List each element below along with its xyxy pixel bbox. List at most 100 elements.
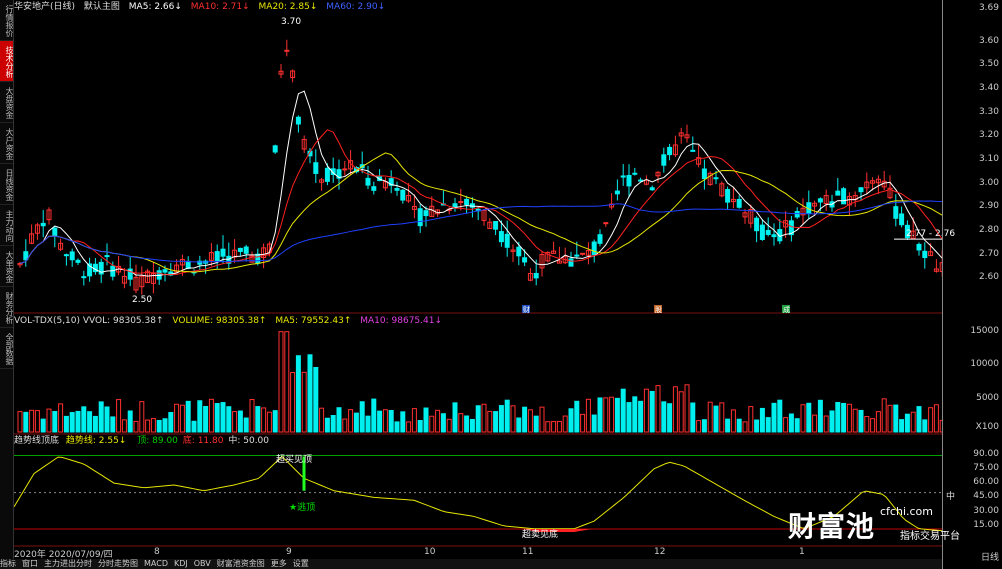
candle-body [504,233,510,248]
volume-bar [371,398,377,433]
volume-bar [481,403,487,433]
candle-body [916,243,922,251]
candle-body [423,210,429,217]
volume-bar [916,406,922,433]
period-label[interactable]: 日线 [981,550,999,563]
volume-bar [104,406,110,433]
bottom-tab[interactable]: OBV [194,559,211,568]
bottom-tab[interactable]: 主力进出分时 [44,559,92,568]
watermark-logo: 财富池 [788,510,876,543]
candle-body [498,231,504,243]
volume-bar [556,420,562,433]
volume-bar [330,415,336,433]
volume-bar [429,415,435,433]
price-tick: 3.20 [978,130,999,141]
trend-title[interactable]: 趋势线顶底 [14,436,59,446]
stock-title[interactable]: 华安地产(日线) [14,2,75,12]
volume-bar [203,405,209,433]
volume-bar [933,404,939,433]
volume-bar [75,410,81,433]
volume-bar [423,407,429,433]
candle-body [632,172,638,175]
candle-body [765,229,771,235]
volume-bar [133,420,139,433]
high-price-label: 3.70 [281,17,302,27]
event-marker-label: 财 [523,305,530,314]
volume-bar [475,405,481,433]
event-marker-label: 成 [783,305,790,314]
candle-body [237,247,243,252]
candle-body [858,187,864,193]
candle-body [893,206,899,219]
oversold-label: 超卖见底 [522,530,559,540]
candle-body [516,246,522,257]
volume-bar [678,391,684,433]
sidebar-tab[interactable]: 行情报价 [0,0,13,41]
volume-bar [446,418,452,433]
bottom-tab[interactable]: MACD [144,559,168,568]
volume-bar [145,419,151,433]
bottom-tab[interactable]: 窗口 [22,559,38,568]
volume-bar [835,401,841,433]
volume-bar [881,398,887,433]
bottom-tab[interactable]: KDJ [174,559,188,568]
volume-bar [551,421,557,433]
volume-bar [591,414,597,433]
bottom-tab[interactable]: 财富池资金图 [217,559,265,568]
sidebar-tab[interactable]: 大盘资金 [0,82,13,123]
candle-body [313,162,319,174]
bottom-tab[interactable]: 分时走势图 [98,559,138,568]
candle-body [243,246,249,254]
candle-body [725,189,731,203]
bottom-tab[interactable]: 指标 [0,559,16,568]
sidebar-tab[interactable]: 技术分析 [0,41,13,82]
volume-bar [220,402,226,433]
volume-unit: X100 [975,422,999,432]
candle-body [759,224,765,240]
volume-bar [748,406,754,433]
ma60-value: MA60: 2.90↓ [326,2,386,12]
candle-body [841,188,847,205]
watermark-url: cfchi.com [880,505,933,518]
candle-body [284,49,290,52]
chart-area[interactable]: 财 股 成 华安地产(日线) 默认主图 MA5: 2.66↓ MA10: 2.71↓… [14,0,955,569]
volume-bar [800,404,806,433]
candle-body [661,154,667,166]
price-axis: 3.69 3.60 3.50 3.40 3.30 3.20 3.10 3.00 2.90 2.80… [942,0,1002,569]
volume-bar [545,421,551,433]
sidebar-tab[interactable]: 财务分析 [0,287,13,328]
vol-title[interactable]: VOL-TDX(5,10) VVOL: 98305.38↑ [14,316,164,326]
chart-canvas[interactable]: 财股成 [14,0,942,569]
bottom-tab[interactable]: 更多 [271,559,287,568]
volume-bar [226,406,232,433]
volume-bar [382,409,388,433]
candle-body [754,217,760,232]
bottom-tab[interactable]: 设置 [293,559,309,568]
volume-bar [765,417,771,433]
vol-ma10: MA10: 98675.41↓ [360,316,443,326]
overbought-label: 超买见顶 [276,455,313,465]
volume-bar [696,420,702,433]
volume-bar [81,406,87,433]
volume-bar [655,385,661,433]
volume-bar [701,419,707,433]
sidebar-tab[interactable]: 全部数据 [0,328,13,369]
candle-body [533,272,539,279]
candle-body [626,174,632,187]
trend-tick: 30.00 [973,505,999,516]
indicator-name[interactable]: 默认主图 [84,2,120,12]
volume-bar [609,396,615,433]
sidebar-tab[interactable]: 大单资金 [0,246,13,287]
sidebar-tab[interactable]: 主力动向 [0,205,13,246]
sidebar-tab[interactable]: 日线资金 [0,164,13,205]
date-axis: 2020年 2020/07/09/四 8 9 10 11 12 1 [14,547,942,560]
candle-body [574,254,580,257]
ma5-value: MA5: 2.66↓ [128,2,182,12]
candle-body [649,187,655,191]
candle-body [493,221,499,230]
candle-body [638,179,644,182]
volume-bar [168,412,174,433]
volume-bar [661,401,667,433]
sidebar-tab[interactable]: 大户资金 [0,123,13,164]
candle-body [614,190,620,195]
